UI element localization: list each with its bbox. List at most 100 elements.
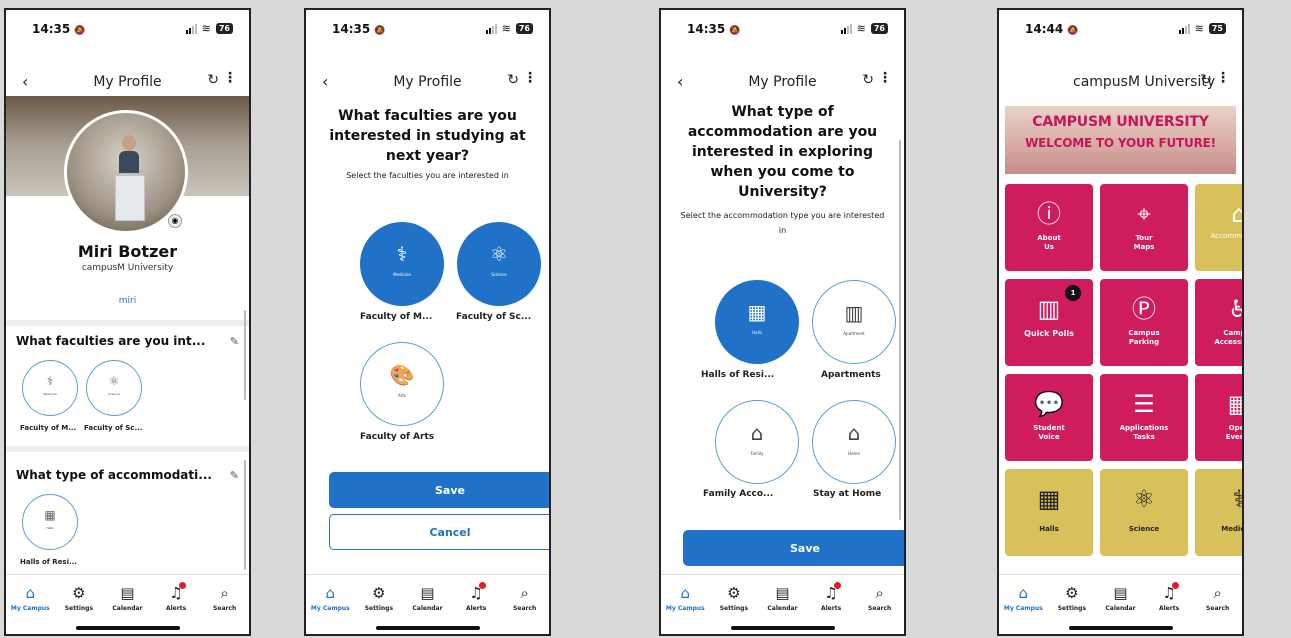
tile-halls[interactable]: ▦ Halls <box>1005 469 1093 556</box>
caduceus-icon: ⚕ <box>1195 483 1243 515</box>
save-button[interactable]: Save <box>683 530 904 566</box>
house-icon: ⌂ <box>1195 198 1242 230</box>
wifi-icon: ≋ <box>856 22 866 35</box>
tile-label: Tour Maps <box>1133 234 1155 251</box>
option-label: Stay at Home <box>813 489 882 499</box>
edit-icon[interactable]: ✎ <box>230 335 239 348</box>
signal-icon <box>1178 23 1190 34</box>
tile-applications-tasks[interactable]: ☰ Applications Tasks <box>1100 374 1188 461</box>
faculty-medicine-chip[interactable]: ⚕ Medicine <box>22 360 78 416</box>
tab-search[interactable]: ⌕ Search <box>203 583 247 634</box>
palette-icon: 🎨 <box>389 363 415 387</box>
tab-bar: ⌂ My Campus ⚙ Settings ▤ Calendar ♫ Alerts ⌕… <box>999 574 1242 634</box>
cancel-button[interactable]: Cancel <box>329 514 549 550</box>
home-indicator[interactable] <box>375 626 480 630</box>
tab-label: Search <box>1206 605 1230 612</box>
calendar-icon: ▤ <box>420 584 435 602</box>
home-indicator[interactable] <box>75 626 180 630</box>
tile-science[interactable]: ⚛ Science <box>1100 469 1188 556</box>
accommodation-halls-chip[interactable]: ▦ Halls <box>22 494 78 550</box>
battery-icon: 76 <box>515 23 533 34</box>
signal-icon <box>185 23 197 34</box>
tile-campus-parking[interactable]: Ⓟ Campus Parking <box>1100 279 1188 366</box>
question-subtitle: Select the faculties you are interested … <box>346 171 509 180</box>
calendar-icon: ▤ <box>775 584 790 602</box>
accessibility-icon: ♿ <box>1195 293 1242 325</box>
status-time: 14:44 🔕 <box>1025 22 1079 36</box>
events-icon: ▦ <box>1195 388 1242 420</box>
refresh-icon[interactable]: ↻ <box>1200 72 1212 88</box>
option-label: Apartments <box>821 370 881 380</box>
tab-my-campus[interactable]: ⌂ My Campus <box>1001 583 1045 634</box>
refresh-icon[interactable]: ↻ <box>507 72 519 88</box>
option-medicine[interactable]: ⚕ Medicine <box>360 222 444 306</box>
refresh-icon[interactable]: ↻ <box>207 72 219 88</box>
home-indicator[interactable] <box>730 626 835 630</box>
tab-my-campus[interactable]: ⌂ My Campus <box>663 583 707 634</box>
scrollbar[interactable] <box>899 140 901 520</box>
option-arts[interactable]: 🎨 Arts <box>360 342 444 426</box>
camera-icon[interactable]: ◉ <box>168 214 182 228</box>
nav-bar: ‹ My Profile ↻ ⋮ <box>306 70 549 94</box>
scrollbar[interactable] <box>244 460 246 570</box>
silent-bell-icon: 🔕 <box>74 26 86 36</box>
more-icon[interactable]: ⋮ <box>878 70 892 86</box>
option-label: Family Acco... <box>703 489 774 499</box>
page-title: My Profile <box>93 74 162 90</box>
tile-label: Halls <box>1039 525 1059 533</box>
building-icon: ▦ <box>1037 485 1061 513</box>
more-icon[interactable]: ⋮ <box>223 70 237 86</box>
refresh-icon[interactable]: ↻ <box>862 72 874 88</box>
more-icon[interactable]: ⋮ <box>1216 70 1230 86</box>
tab-label: Alerts <box>465 605 487 612</box>
faculty-science-chip[interactable]: ⚛ Science <box>86 360 142 416</box>
tab-label: Alerts <box>1158 605 1180 612</box>
tab-my-campus[interactable]: ⌂ My Campus <box>308 583 352 634</box>
tile-medicine[interactable]: ⚕ Medicine <box>1195 469 1243 556</box>
tile-quick-polls[interactable]: 1 ▥ Quick Polls <box>1005 279 1093 366</box>
status-time: 14:35 🔕 <box>32 22 86 36</box>
tab-label: Calendar <box>412 605 443 612</box>
tile-tour-maps[interactable]: ⌖ Tour Maps <box>1100 184 1188 271</box>
edit-icon[interactable]: ✎ <box>230 469 239 482</box>
tile-about-us[interactable]: ⓘ About Us <box>1005 184 1093 271</box>
save-button[interactable]: Save <box>329 472 549 508</box>
tile-student-voice[interactable]: 💬 Student Voice <box>1005 374 1093 461</box>
tab-label: Alerts <box>820 605 842 612</box>
search-icon: ⌕ <box>220 584 229 602</box>
tile-campus-accessibility[interactable]: ♿ Campus Accessibility <box>1195 279 1242 366</box>
tab-bar: ⌂ My Campus ⚙ Settings ▤ Calendar ♫ Alerts ⌕… <box>6 574 249 634</box>
phone-screen-faculties: 14:35 🔕 ≋ 76 ‹ My Profile ↻ ⋮ What facult… <box>304 8 551 636</box>
tab-search[interactable]: ⌕ Search <box>858 583 902 634</box>
profile-organisation: campusM University <box>81 263 174 273</box>
tab-search[interactable]: ⌕ Search <box>503 583 547 634</box>
back-icon[interactable]: ‹ <box>22 72 28 91</box>
back-icon[interactable]: ‹ <box>677 72 683 91</box>
tab-my-campus[interactable]: ⌂ My Campus <box>8 583 52 634</box>
tile-accommodation[interactable]: ⌂ Accommodation <box>1195 184 1242 271</box>
tab-search[interactable]: ⌕ Search <box>1196 583 1240 634</box>
home-indicator[interactable] <box>1068 626 1173 630</box>
option-home[interactable]: ⌂ Home <box>812 400 896 484</box>
notification-badge: 1 <box>1065 285 1081 301</box>
option-halls[interactable]: ▦ Halls <box>715 280 799 364</box>
gear-icon: ⚙ <box>1065 584 1079 602</box>
page-title: campusM University <box>1073 74 1216 90</box>
tab-label: Settings <box>64 605 94 612</box>
signal-icon <box>840 23 852 34</box>
status-bar: 14:44 🔕 ≋ 75 <box>999 10 1242 54</box>
back-icon[interactable]: ‹ <box>322 72 328 91</box>
profile-username[interactable]: miri <box>6 296 249 306</box>
info-icon: ⓘ <box>1037 200 1061 228</box>
option-apartments[interactable]: ▥ Apartment <box>812 280 896 364</box>
gear-icon: ⚙ <box>372 584 386 602</box>
tile-open-events[interactable]: ▦ Open Events <box>1195 374 1242 461</box>
more-icon[interactable]: ⋮ <box>523 70 537 86</box>
banner-subtitle: WELCOME TO YOUR FUTURE! <box>1025 136 1216 150</box>
page-title: My Profile <box>748 74 817 90</box>
option-icon-label: Science <box>491 272 507 277</box>
scrollbar[interactable] <box>244 310 246 400</box>
option-family[interactable]: ⌂ Family <box>715 400 799 484</box>
gear-icon: ⚙ <box>727 584 741 602</box>
option-science[interactable]: ⚛ Science <box>457 222 541 306</box>
